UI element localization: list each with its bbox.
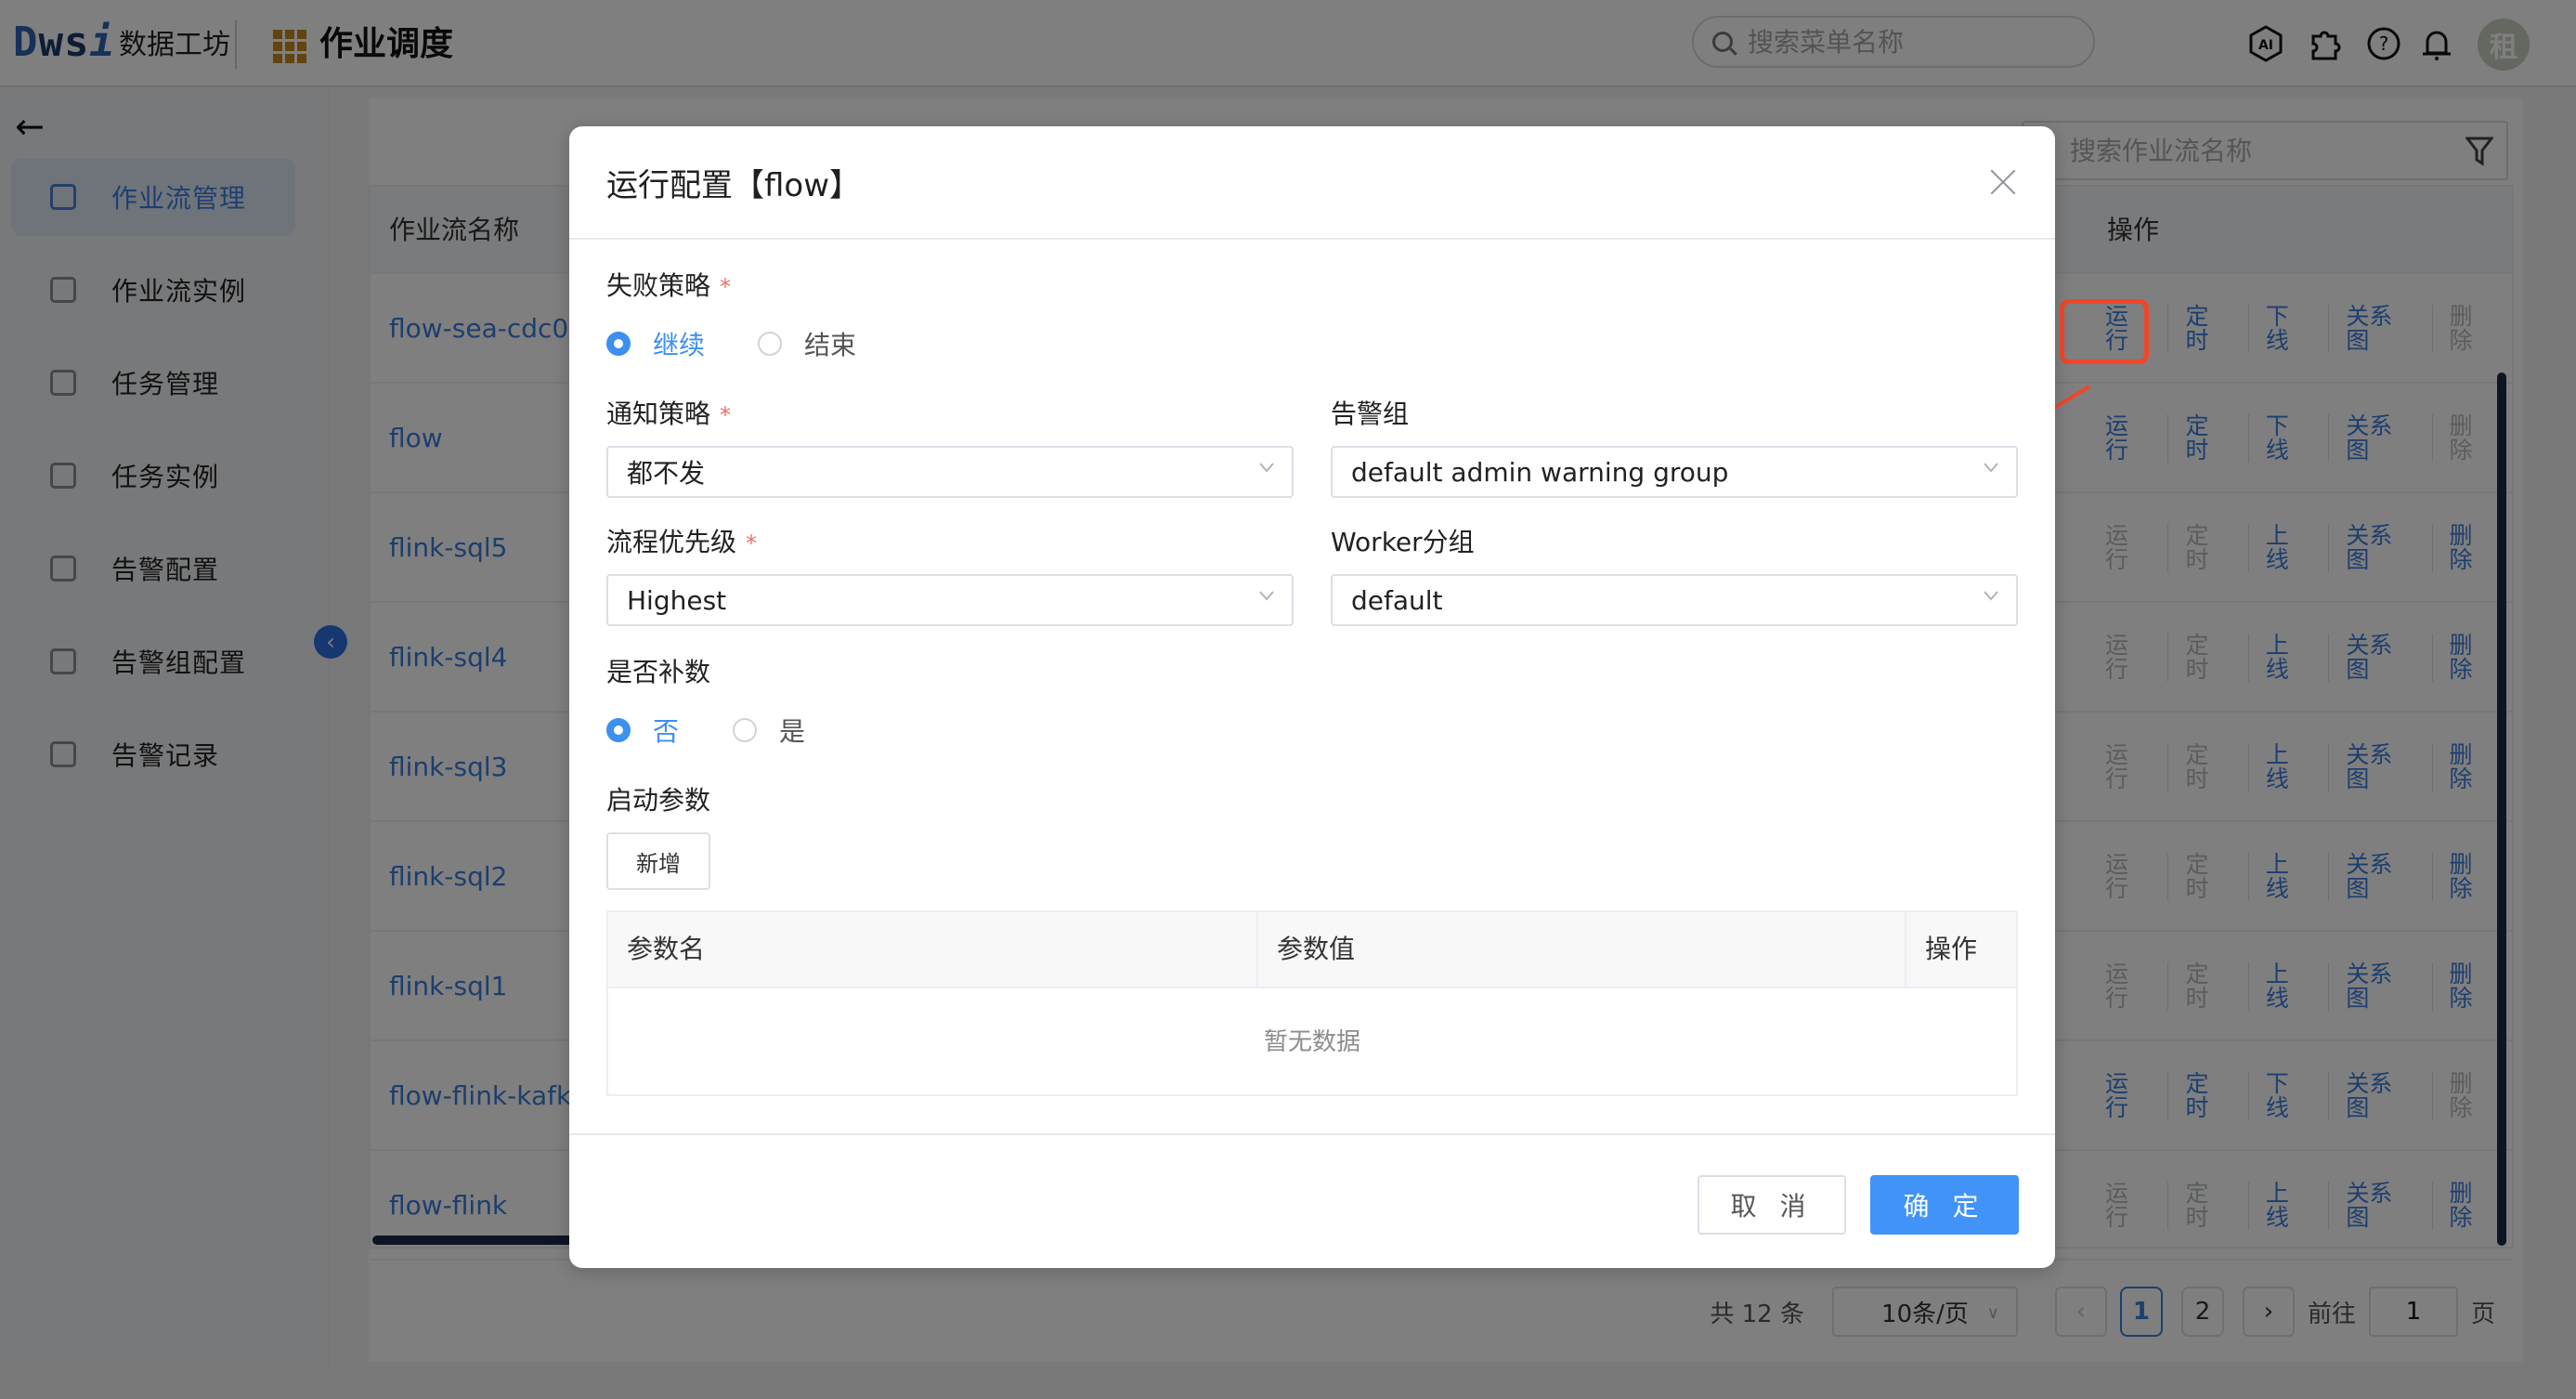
radio-yes[interactable]: 是 <box>733 712 805 749</box>
required-asterisk: * <box>746 530 758 556</box>
label-text: 流程优先级 <box>606 527 737 557</box>
column-header-param-name: 参数名 <box>627 934 706 964</box>
select-value: 都不发 <box>627 458 706 489</box>
footer-divider <box>569 1133 2055 1135</box>
cancel-button[interactable]: 取 消 <box>1698 1175 1846 1235</box>
select-value: default admin warning group <box>1351 456 1729 488</box>
column-header-param-value: 参数值 <box>1256 912 1906 987</box>
chevron-down-icon <box>1259 463 1274 473</box>
chevron-down-icon <box>1259 591 1274 601</box>
annotation-highlight-box <box>2060 299 2149 364</box>
radio-no[interactable]: 否 <box>606 712 679 749</box>
notify-strategy-label: 通知策略 * <box>606 396 731 434</box>
column-header-ops: 操作 <box>1905 912 2016 987</box>
header-divider <box>569 238 2055 240</box>
dialog-title: 运行配置【flow】 <box>606 167 862 204</box>
label-text: 通知策略 <box>606 399 711 429</box>
radio-dot <box>606 718 631 742</box>
priority-label: 流程优先级 * <box>606 524 757 562</box>
priority-select[interactable]: Highest <box>606 574 1294 626</box>
radio-label: 结束 <box>804 330 857 360</box>
failure-strategy-label: 失败策略 * <box>606 268 731 306</box>
required-asterisk: * <box>720 274 732 300</box>
worker-group-label: Worker分组 <box>1331 527 1475 557</box>
params-table: 参数名 参数值 操作 暂无数据 <box>606 910 2018 1096</box>
notify-strategy-select[interactable]: 都不发 <box>606 446 1294 498</box>
radio-dot <box>758 332 782 356</box>
radio-label: 是 <box>779 716 806 747</box>
select-value: Highest <box>627 584 727 616</box>
chevron-down-icon <box>1984 591 1998 601</box>
radio-dot <box>733 718 757 742</box>
empty-state-text: 暂无数据 <box>1263 1028 1360 1056</box>
radio-continue[interactable]: 继续 <box>606 325 705 362</box>
chevron-down-icon <box>1984 463 1998 473</box>
close-icon[interactable] <box>1984 163 2022 201</box>
select-value: default <box>1351 584 1443 616</box>
required-asterisk: * <box>720 402 732 428</box>
alert-group-select[interactable]: default admin warning group <box>1331 446 2018 498</box>
params-table-header: 参数名 参数值 操作 <box>608 912 2016 988</box>
alert-group-label: 告警组 <box>1331 399 1410 429</box>
add-param-button[interactable]: 新增 <box>606 832 710 890</box>
radio-end[interactable]: 结束 <box>758 325 856 362</box>
radio-label: 否 <box>653 716 680 747</box>
worker-group-select[interactable]: default <box>1331 574 2018 626</box>
radio-dot <box>606 332 631 356</box>
run-config-dialog: 运行配置【flow】 失败策略 * 继续 结束 通知策略 * 都不发 告警组 def… <box>569 126 2055 1268</box>
radio-label: 继续 <box>653 330 706 360</box>
label-text: 失败策略 <box>606 270 711 301</box>
startup-params-label: 启动参数 <box>606 785 711 816</box>
complement-label: 是否补数 <box>606 657 711 687</box>
confirm-button[interactable]: 确 定 <box>1870 1175 2019 1235</box>
